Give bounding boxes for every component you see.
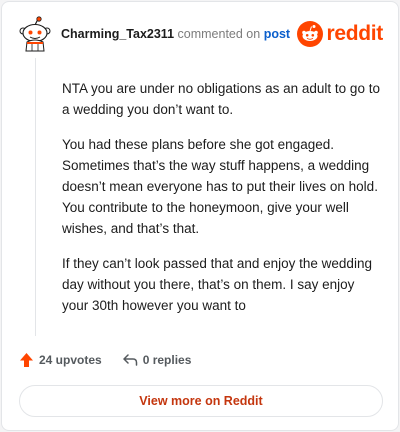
thread-line bbox=[35, 58, 36, 336]
reddit-wordmark: reddit bbox=[326, 22, 383, 45]
comment-paragraph: You had these plans before she got engag… bbox=[62, 137, 378, 236]
replies-button[interactable]: 0 replies bbox=[122, 353, 192, 367]
reddit-logo-icon bbox=[297, 21, 324, 47]
reply-count: 0 replies bbox=[142, 353, 192, 367]
view-more-button[interactable]: View more on Reddit bbox=[19, 385, 383, 417]
reply-arrow-icon bbox=[122, 354, 137, 366]
reddit-brand[interactable]: reddit bbox=[297, 21, 383, 47]
comment-actions: 24 upvotes 0 replies bbox=[19, 350, 191, 370]
comment-paragraph: NTA you are under no obligations as an a… bbox=[62, 81, 380, 117]
comment-meta: Charming_Tax2311 commented on post bbox=[61, 27, 290, 41]
commented-on-text: commented on bbox=[177, 27, 261, 41]
comment-paragraph: If they can’t look passed that and enjoy… bbox=[62, 256, 372, 313]
post-link[interactable]: post bbox=[264, 27, 290, 41]
author-link[interactable]: Charming_Tax2311 bbox=[61, 27, 174, 41]
snoo-avatar-icon[interactable] bbox=[17, 16, 53, 52]
upvote-arrow-icon bbox=[20, 353, 33, 367]
upvote-count: 24 upvotes bbox=[39, 353, 102, 367]
embedded-comment-card: Charming_Tax2311 commented on post reddi… bbox=[1, 1, 399, 431]
comment-header: Charming_Tax2311 commented on post reddi… bbox=[17, 16, 383, 52]
upvote-button[interactable]: 24 upvotes bbox=[19, 352, 102, 368]
comment-body: NTA you are under no obligations as an a… bbox=[62, 78, 382, 330]
